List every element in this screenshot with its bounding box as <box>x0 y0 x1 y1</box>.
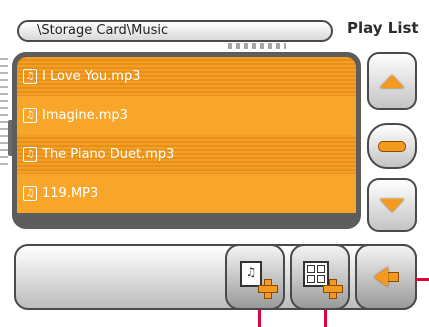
playlist-item-label: Imagine.mp3 <box>42 108 128 123</box>
music-note-icon: ♫ <box>23 186 37 201</box>
scroll-down-button[interactable] <box>367 178 417 232</box>
back-arrow-tail <box>388 273 398 281</box>
drag-grip <box>228 43 286 49</box>
plus-icon <box>324 280 342 298</box>
remove-button[interactable] <box>367 123 417 169</box>
playlist-item[interactable]: ♫ I Love You.mp3 <box>17 57 356 96</box>
playlist-item-label: 119.MP3 <box>42 186 99 201</box>
list-scroll-track <box>0 58 8 168</box>
callout-line <box>324 310 327 327</box>
arrow-down-icon <box>380 198 404 212</box>
plus-icon <box>259 280 277 298</box>
page-title: Play List <box>347 19 419 37</box>
playlist-item[interactable]: ♫ The Piano Duet.mp3 <box>17 135 356 174</box>
playlist: ♫ I Love You.mp3 ♫ Imagine.mp3 ♫ The Pia… <box>17 57 356 224</box>
arrow-up-icon <box>380 74 404 88</box>
music-note-icon: ♫ <box>23 108 37 123</box>
add-file-button[interactable]: ♫ <box>225 244 285 310</box>
scroll-up-button[interactable] <box>367 52 417 110</box>
music-note-icon: ♫ <box>23 147 37 162</box>
minus-icon <box>379 141 405 151</box>
playlist-item[interactable]: ♫ 119.MP3 <box>17 174 356 213</box>
add-folder-button[interactable] <box>290 244 350 310</box>
callout-line <box>258 310 261 327</box>
playlist-panel: ♫ I Love You.mp3 ♫ Imagine.mp3 ♫ The Pia… <box>12 52 361 229</box>
back-arrow-icon <box>374 267 388 287</box>
playlist-item[interactable]: ♫ Imagine.mp3 <box>17 96 356 135</box>
callout-line <box>415 278 429 281</box>
playlist-item-label: The Piano Duet.mp3 <box>42 147 175 162</box>
music-note-icon: ♫ <box>23 69 37 84</box>
current-path: \Storage Card\Music <box>17 20 333 42</box>
playlist-item-label: I Love You.mp3 <box>42 69 141 84</box>
back-button[interactable] <box>355 244 417 310</box>
